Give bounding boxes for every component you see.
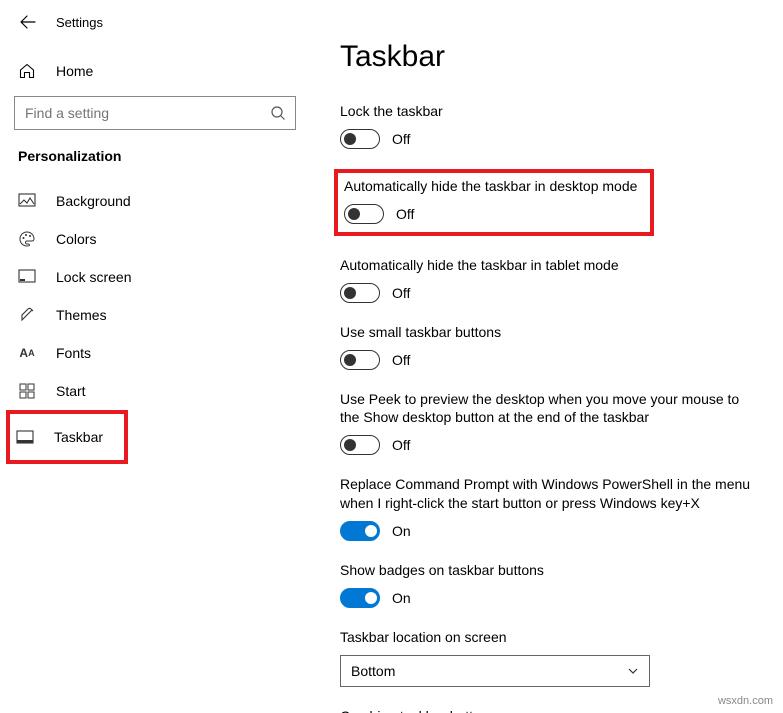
sidebar-item-lockscreen[interactable]: Lock screen	[12, 258, 298, 296]
toggle-lock-taskbar[interactable]	[340, 129, 380, 149]
toggle-autohide-desktop[interactable]	[344, 204, 384, 224]
sidebar-section-title: Personalization	[12, 148, 298, 174]
lockscreen-icon	[18, 268, 36, 286]
toggle-state: On	[392, 590, 411, 606]
sidebar-nav: Background Colors Lock screen Themes	[12, 182, 298, 464]
home-icon	[18, 62, 36, 80]
palette-icon	[18, 230, 36, 248]
setting-lock-taskbar: Lock the taskbar Off	[340, 102, 759, 149]
app-title: Settings	[56, 15, 103, 30]
search-input[interactable]	[14, 96, 296, 130]
back-button[interactable]	[18, 12, 38, 32]
chevron-down-icon	[627, 665, 639, 677]
toggle-state: Off	[392, 285, 410, 301]
setting-badges: Show badges on taskbar buttons On	[340, 561, 759, 608]
setting-peek: Use Peek to preview the desktop when you…	[340, 390, 759, 456]
toggle-state: On	[392, 523, 411, 539]
sidebar-item-label: Start	[56, 383, 86, 399]
settings-main: Taskbar Lock the taskbar Off Automatical…	[310, 0, 783, 713]
fonts-icon: AA	[18, 344, 36, 362]
toggle-powershell[interactable]	[340, 521, 380, 541]
setting-label: Replace Command Prompt with Windows Powe…	[340, 475, 759, 513]
sidebar-item-taskbar[interactable]: Taskbar	[6, 410, 128, 464]
home-label: Home	[56, 63, 93, 79]
setting-label: Automatically hide the taskbar in deskto…	[344, 177, 644, 196]
setting-powershell: Replace Command Prompt with Windows Powe…	[340, 475, 759, 541]
arrow-left-icon	[20, 14, 36, 30]
sidebar-item-themes[interactable]: Themes	[12, 296, 298, 334]
setting-autohide-tablet: Automatically hide the taskbar in tablet…	[340, 256, 759, 303]
page-title: Taskbar	[340, 40, 759, 74]
sidebar-item-background[interactable]: Background	[12, 182, 298, 220]
search-row	[14, 96, 296, 130]
themes-icon	[18, 306, 36, 324]
toggle-autohide-tablet[interactable]	[340, 283, 380, 303]
sidebar-item-label: Colors	[56, 231, 96, 247]
toggle-state: Off	[392, 131, 410, 147]
setting-label: Lock the taskbar	[340, 102, 759, 121]
setting-label: Automatically hide the taskbar in tablet…	[340, 256, 759, 275]
sidebar-item-fonts[interactable]: AA Fonts	[12, 334, 298, 372]
home-nav[interactable]: Home	[12, 52, 298, 96]
toggle-small-buttons[interactable]	[340, 350, 380, 370]
toggle-state: Off	[392, 352, 410, 368]
setting-label: Use small taskbar buttons	[340, 323, 759, 342]
setting-label: Use Peek to preview the desktop when you…	[340, 390, 759, 428]
toggle-state: Off	[392, 437, 410, 453]
start-icon	[18, 382, 36, 400]
sidebar-item-colors[interactable]: Colors	[12, 220, 298, 258]
setting-label: Show badges on taskbar buttons	[340, 561, 759, 580]
toggle-state: Off	[396, 206, 414, 222]
setting-autohide-desktop: Automatically hide the taskbar in deskto…	[334, 169, 654, 236]
setting-label: Taskbar location on screen	[340, 628, 759, 647]
setting-location: Taskbar location on screen Bottom	[340, 628, 759, 687]
sidebar-item-label: Themes	[56, 307, 107, 323]
select-value: Bottom	[351, 663, 395, 679]
select-taskbar-location[interactable]: Bottom	[340, 655, 650, 687]
sidebar-item-label: Background	[56, 193, 131, 209]
toggle-badges[interactable]	[340, 588, 380, 608]
search-icon[interactable]	[270, 105, 286, 121]
watermark: wsxdn.com	[718, 695, 773, 707]
settings-sidebar: Settings Home Personalization Background	[0, 0, 310, 713]
sidebar-item-label: Fonts	[56, 345, 91, 361]
taskbar-icon	[16, 428, 34, 446]
setting-small-buttons: Use small taskbar buttons Off	[340, 323, 759, 370]
setting-label: Combine taskbar buttons	[340, 707, 759, 713]
sidebar-item-start[interactable]: Start	[12, 372, 298, 410]
sidebar-item-label: Taskbar	[54, 429, 103, 445]
setting-combine: Combine taskbar buttons	[340, 707, 759, 713]
toggle-peek[interactable]	[340, 435, 380, 455]
image-icon	[18, 192, 36, 210]
sidebar-item-label: Lock screen	[56, 269, 131, 285]
window-header: Settings	[12, 8, 298, 52]
